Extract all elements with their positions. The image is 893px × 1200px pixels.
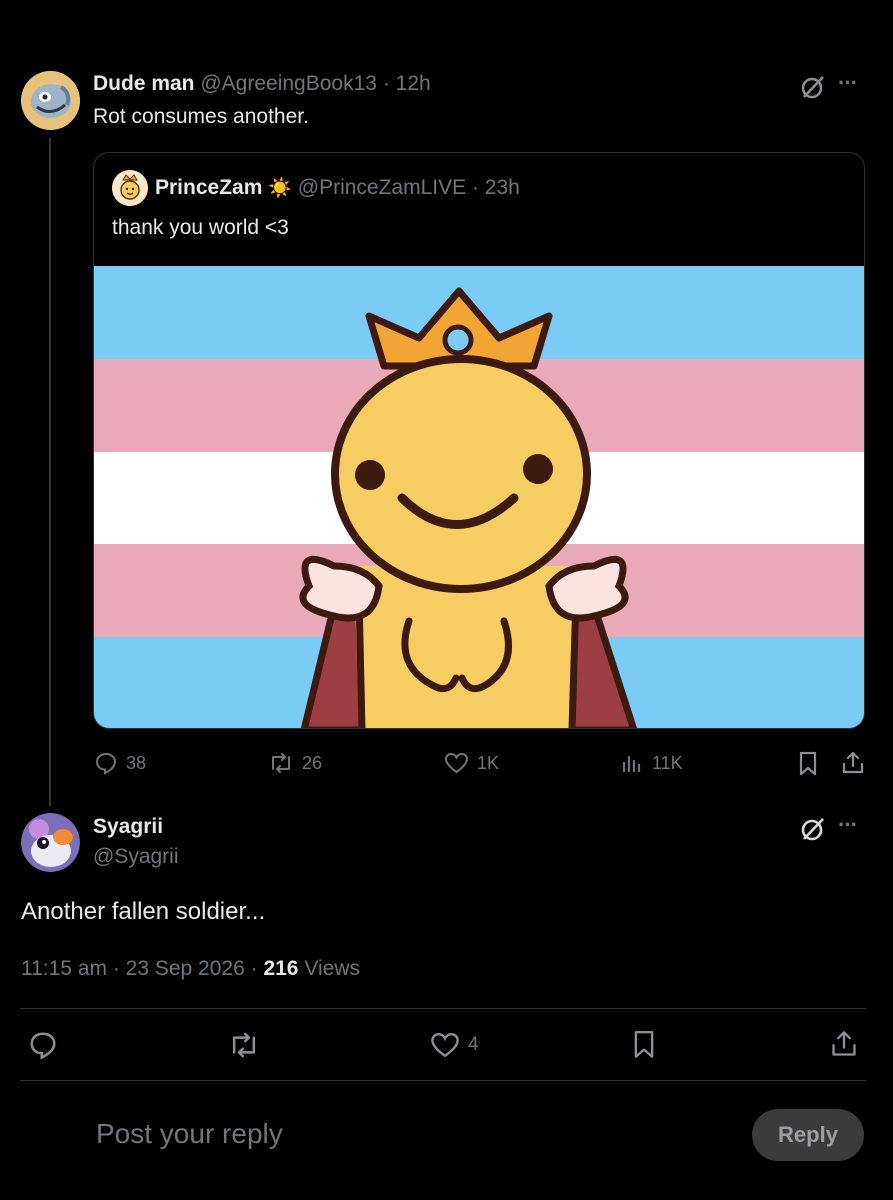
repost-icon [272,753,290,773]
reply-submit-button[interactable]: Reply [752,1109,864,1161]
views-number: 216 [263,957,299,980]
parent-time[interactable]: · 12h [383,72,431,95]
main-handle[interactable]: @Syagrii [93,845,179,869]
grok-icon[interactable] [800,816,826,842]
reply-icon [95,752,117,775]
quoted-display-name[interactable]: PrinceZam [155,176,262,199]
quoted-post-card[interactable]: PrinceZam ☀️ @PrinceZamLIVE · 23h thank … [93,152,865,729]
quoted-handle[interactable]: @PrinceZamLIVE [298,176,466,199]
reply-icon [30,1032,56,1060]
heart-icon [444,752,469,774]
like-count-button[interactable]: 1K [444,751,499,775]
reply-count: 38 [126,752,147,773]
repost-count-button[interactable]: 26 [268,751,322,775]
repost-icon [232,1032,256,1058]
parent-post-text: Rot consumes another. [93,105,309,128]
thread-line [49,138,51,806]
bookmark-icon[interactable] [630,1029,658,1061]
repost-button[interactable] [228,1030,260,1060]
reply-input[interactable]: Post your reply [96,1118,283,1150]
more-options-icon[interactable]: ··· [838,812,858,838]
quoted-post-header: PrinceZam ☀️ @PrinceZamLIVE · 23h [155,176,520,200]
reply-count-button[interactable]: 38 [94,751,146,775]
avatar-princezam[interactable] [112,170,148,206]
share-icon[interactable] [841,750,865,776]
divider-top [20,1008,866,1009]
main-display-name[interactable]: Syagrii [93,815,163,839]
heart-icon [431,1032,459,1058]
avatar-syagrii[interactable] [21,813,80,872]
quoted-post-image[interactable] [94,266,864,728]
parent-display-name[interactable]: Dude man [93,72,195,95]
views-count-button[interactable]: 11K [620,751,683,775]
post-meta: 11:15 am · 23 Sep 2026 · 216 Views [21,957,360,981]
avatar-dude-man[interactable] [21,71,80,130]
divider-bottom [20,1080,866,1081]
reply-button[interactable] [28,1030,58,1060]
quoted-time[interactable]: · 23h [472,176,520,199]
bookmark-icon[interactable] [796,751,820,777]
share-icon[interactable] [830,1028,858,1060]
like-button[interactable]: 4 [430,1030,479,1060]
repost-count: 26 [302,752,323,773]
analytics-icon [622,755,641,773]
parent-post-header: Dude man @AgreeingBook13 · 12h [93,72,431,96]
parent-handle[interactable]: @AgreeingBook13 [200,72,377,95]
main-post-text: Another fallen soldier... [21,898,266,925]
post-timestamp[interactable]: 11:15 am · 23 Sep 2026 · [21,957,258,980]
views-label: Views [304,957,360,980]
grok-icon[interactable] [800,74,826,100]
like-count: 4 [468,1034,479,1055]
quoted-post-text: thank you world <3 [112,216,289,239]
sun-badge-icon: ☀️ [268,178,292,199]
more-options-icon[interactable]: ··· [838,70,858,96]
views-count: 11K [652,752,683,773]
like-count: 1K [477,752,500,773]
